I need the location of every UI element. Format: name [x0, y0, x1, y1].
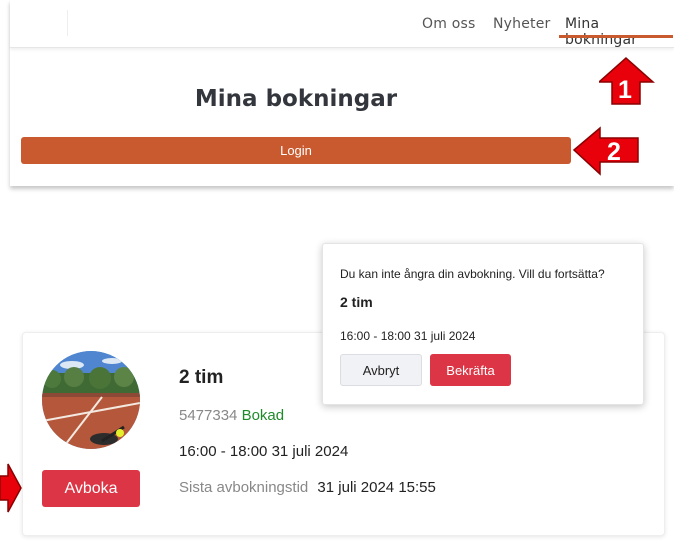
booking-id: 5477334	[179, 407, 238, 424]
annotation-number-1: 1	[618, 76, 632, 104]
page-title: Mina bokningar	[194, 86, 398, 112]
confirm-message: Du kan inte ångra din avbokning. Vill du…	[340, 267, 605, 281]
annotation-arrow-right-icon	[0, 463, 22, 513]
nav-active-indicator	[559, 35, 673, 38]
nav-item-om-oss[interactable]: Om oss	[422, 16, 475, 32]
nav-item-nyheter[interactable]: Nyheter	[493, 16, 551, 32]
confirm-cancel-popover: Du kan inte ångra din avbokning. Vill du…	[322, 243, 644, 405]
booking-time: 16:00 - 18:00 31 juli 2024	[179, 443, 349, 460]
booking-id-status: 5477334 Bokad	[179, 407, 284, 424]
booking-deadline: Sista avbokningstid 31 juli 2024 15:55	[179, 479, 436, 496]
deadline-value: 31 juli 2024 15:55	[317, 479, 436, 496]
court-image	[42, 351, 140, 449]
confirm-time: 16:00 - 18:00 31 juli 2024	[340, 329, 476, 343]
avboka-button[interactable]: Avboka	[42, 470, 140, 507]
status-badge: Bokad	[241, 407, 285, 424]
deadline-label: Sista avbokningstid	[179, 479, 309, 496]
login-button[interactable]: Login	[21, 137, 571, 164]
avbryt-button[interactable]: Avbryt	[340, 354, 422, 386]
nav-item-mina-bokningar[interactable]: Mina bokningar	[565, 16, 674, 48]
confirm-title: 2 tim	[340, 294, 373, 310]
annotation-number-2: 2	[607, 138, 621, 166]
nav-divider	[67, 10, 68, 36]
top-navigation: Om oss Nyheter Mina bokningar	[10, 0, 674, 48]
booking-duration: 2 tim	[179, 367, 224, 388]
annotation-arrow-left-icon	[572, 126, 639, 176]
bekrafta-button[interactable]: Bekräfta	[430, 354, 511, 386]
